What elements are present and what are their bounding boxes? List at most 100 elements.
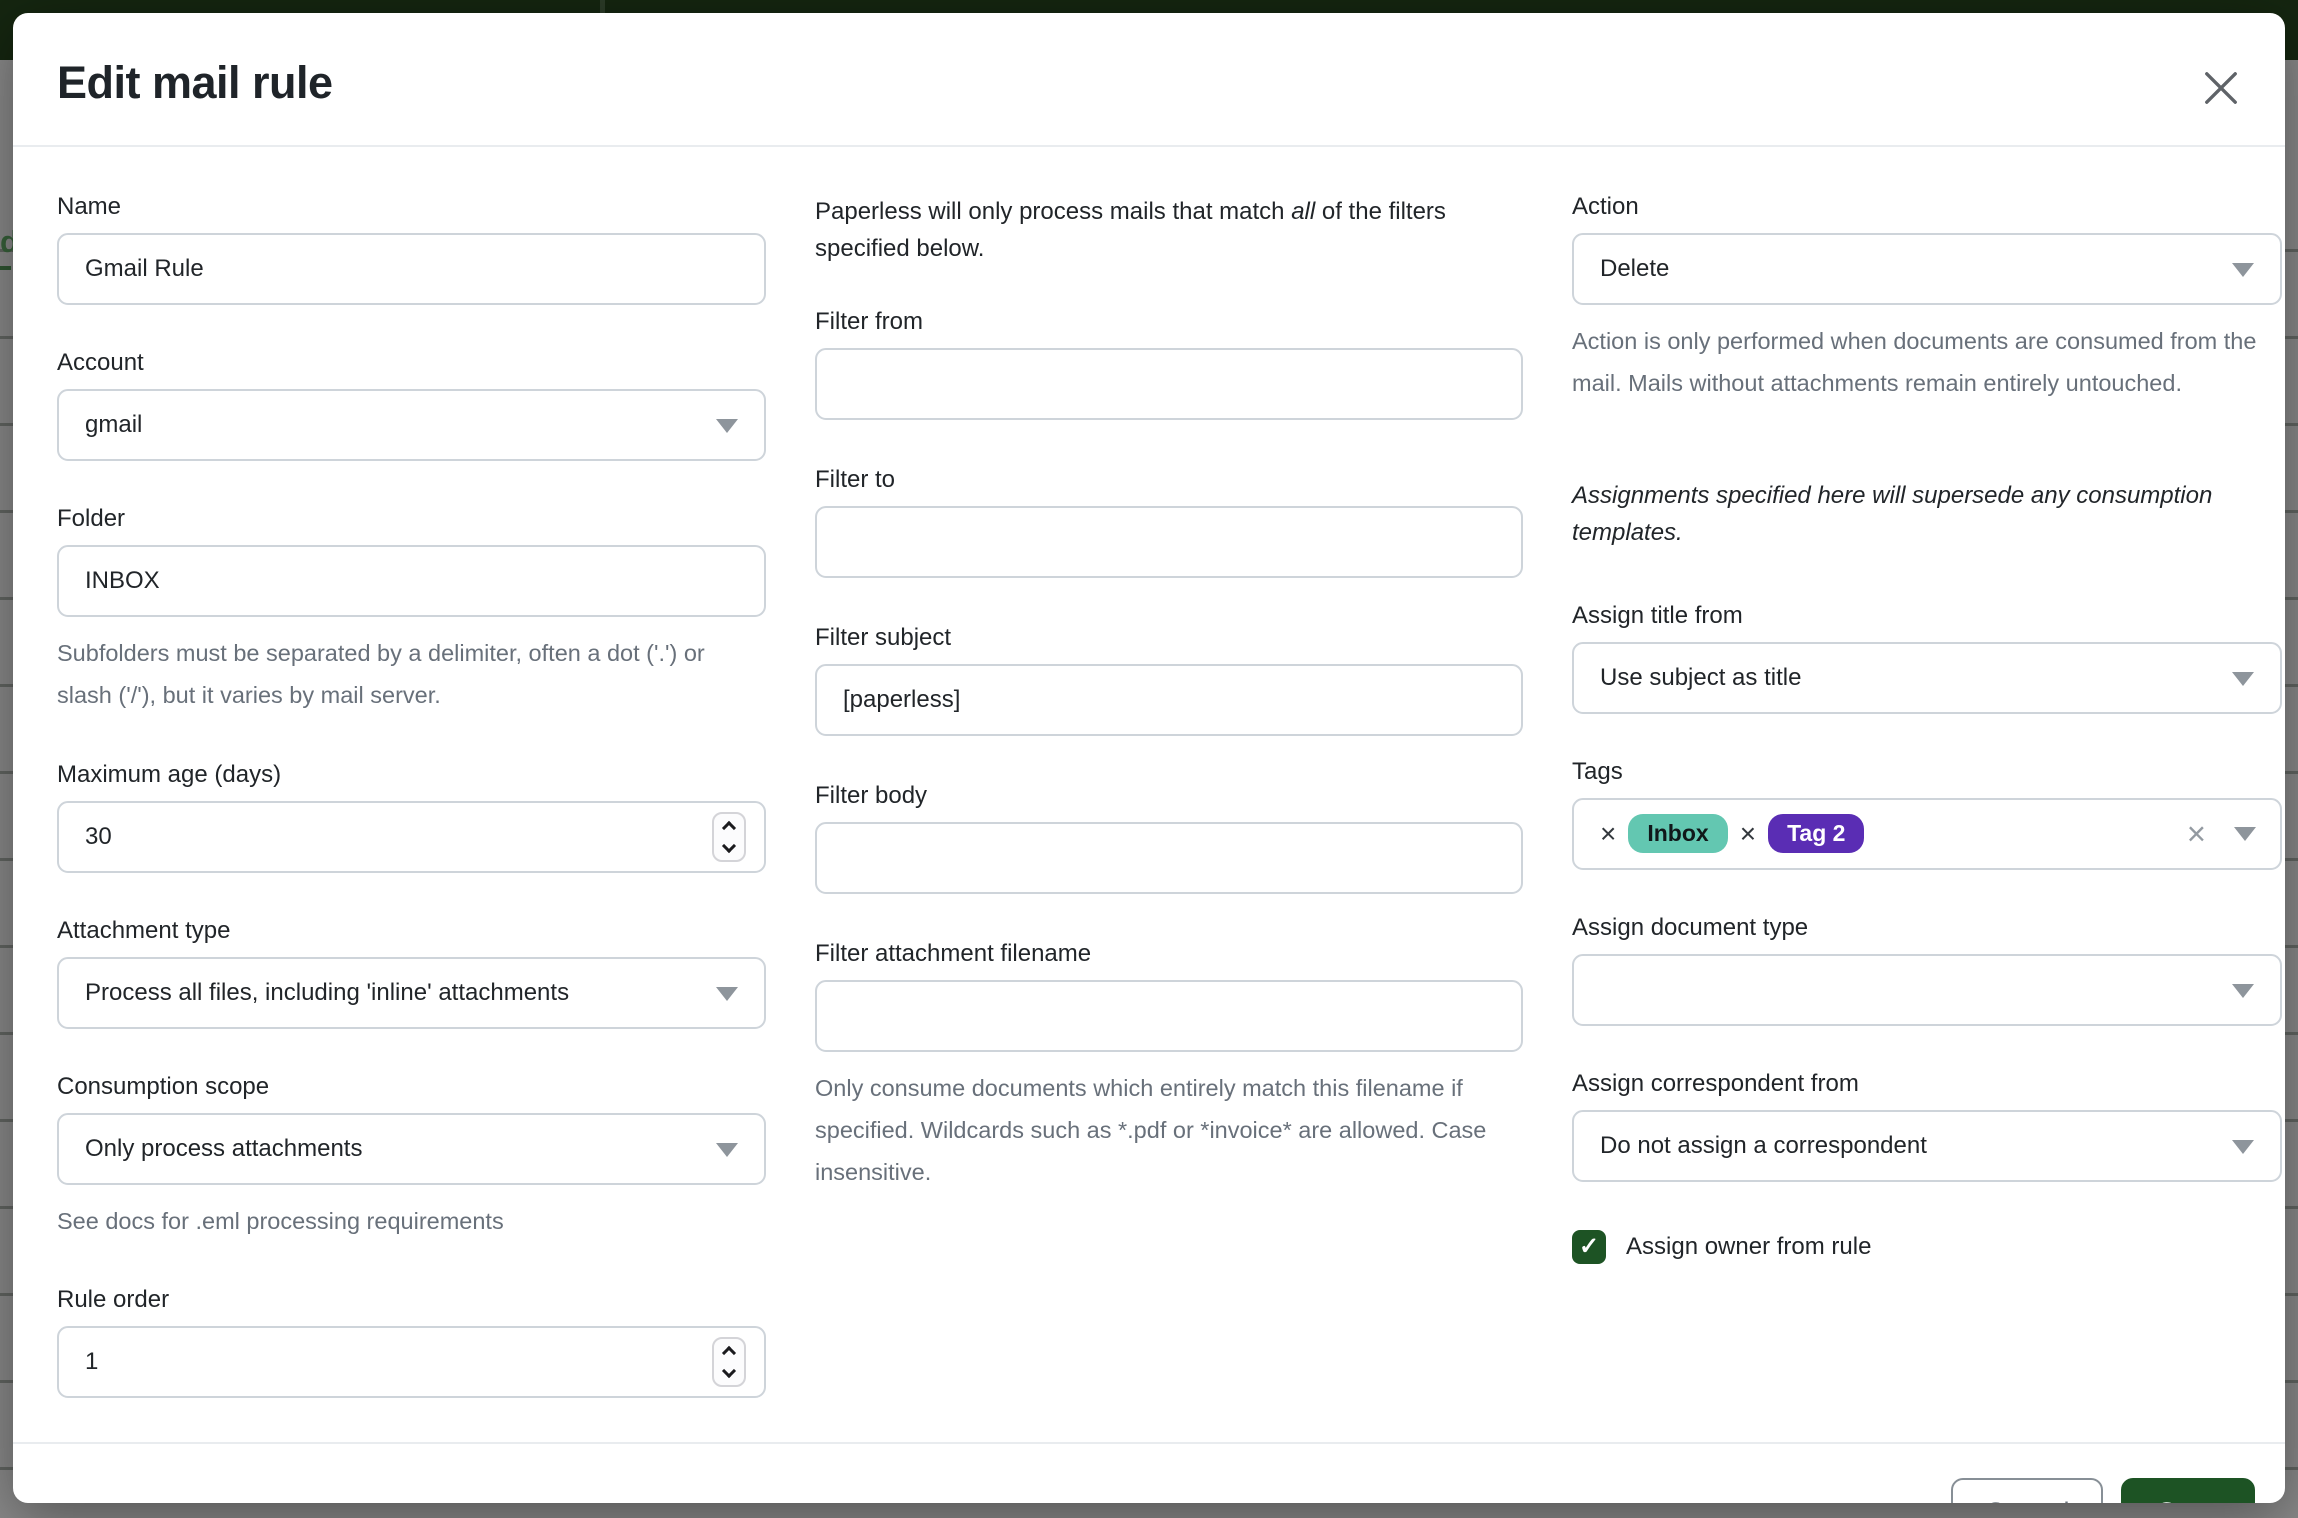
action-select[interactable]: Delete	[1572, 233, 2282, 305]
background-link-underline	[0, 266, 11, 270]
clear-tags-icon[interactable]: ×	[2187, 815, 2206, 853]
folder-label: Folder	[57, 505, 766, 533]
consumption-scope-selected-value: Only process attachments	[85, 1135, 362, 1163]
background-table-right	[2285, 165, 2298, 1518]
close-button[interactable]	[2197, 65, 2245, 113]
chevron-down-icon	[722, 839, 736, 853]
chevron-down-icon	[716, 419, 738, 433]
assignments-note: Assignments specified here will supersed…	[1572, 477, 2282, 552]
consumption-scope-help-text: See docs for .eml processing requirement…	[57, 1201, 766, 1243]
tags-field-group: Tags × Inbox × Tag 2 ×	[1572, 758, 2282, 870]
filter-attachment-filename-label: Filter attachment filename	[815, 940, 1523, 968]
account-selected-value: gmail	[85, 411, 142, 439]
chevron-down-icon	[716, 1143, 738, 1157]
dialog-footer: Cancel Save	[13, 1442, 2285, 1503]
remove-tag-icon[interactable]: ×	[1740, 818, 1756, 850]
background-table-left	[0, 165, 13, 1518]
spinner-buttons-icon[interactable]	[712, 1337, 746, 1387]
account-select[interactable]: gmail	[57, 389, 766, 461]
consumption-scope-label: Consumption scope	[57, 1073, 766, 1101]
column-actions: Action Delete Action is only performed w…	[1572, 193, 2282, 1442]
folder-help-text: Subfolders must be separated by a delimi…	[57, 633, 766, 717]
cancel-button[interactable]: Cancel	[1951, 1478, 2103, 1503]
assign-title-from-field-group: Assign title from Use subject as title	[1572, 602, 2282, 714]
filter-to-label: Filter to	[815, 466, 1523, 494]
filter-from-label: Filter from	[815, 308, 1523, 336]
maximum-age-stepper[interactable]: 30	[57, 801, 766, 873]
filter-attachment-filename-field-group: Filter attachment filename Only consume …	[815, 940, 1523, 1193]
assign-correspondent-from-label: Assign correspondent from	[1572, 1070, 2282, 1098]
name-input[interactable]	[57, 233, 766, 305]
tags-input[interactable]: × Inbox × Tag 2 ×	[1572, 798, 2282, 870]
chevron-down-icon	[722, 1364, 736, 1378]
filter-to-field-group: Filter to	[815, 466, 1523, 578]
assign-owner-checkbox-row[interactable]: ✓ Assign owner from rule	[1572, 1230, 2282, 1264]
chevron-down-icon	[2232, 1140, 2254, 1154]
column-filters: Paperless will only process mails that m…	[815, 193, 1523, 1442]
name-field-group: Name	[57, 193, 766, 305]
consumption-scope-select[interactable]: Only process attachments	[57, 1113, 766, 1185]
assign-correspondent-from-select[interactable]: Do not assign a correspondent	[1572, 1110, 2282, 1182]
chevron-down-icon	[2232, 263, 2254, 277]
check-icon: ✓	[1579, 1232, 1599, 1261]
chevron-down-icon	[716, 987, 738, 1001]
assign-correspondent-from-selected-value: Do not assign a correspondent	[1600, 1132, 1927, 1160]
folder-input[interactable]	[57, 545, 766, 617]
filter-from-field-group: Filter from	[815, 308, 1523, 420]
filter-body-label: Filter body	[815, 782, 1523, 810]
chevron-up-icon	[722, 821, 736, 835]
filter-body-input[interactable]	[815, 822, 1523, 894]
attachment-type-selected-value: Process all files, including 'inline' at…	[85, 979, 569, 1007]
tag-chip-inbox[interactable]: Inbox	[1628, 814, 1727, 853]
filter-attachment-filename-input[interactable]	[815, 980, 1523, 1052]
dialog-body: Name Account gmail Folder Subfolders mus…	[13, 147, 2285, 1442]
filters-intro-text: Paperless will only process mails that m…	[815, 193, 1523, 268]
dialog-header: Edit mail rule	[13, 13, 2285, 147]
filter-subject-input[interactable]	[815, 664, 1523, 736]
filter-attachment-filename-help-text: Only consume documents which entirely ma…	[815, 1068, 1523, 1193]
attachment-type-field-group: Attachment type Process all files, inclu…	[57, 917, 766, 1029]
spinner-buttons-icon[interactable]	[712, 812, 746, 862]
rule-order-stepper[interactable]: 1	[57, 1326, 766, 1398]
chevron-down-icon[interactable]	[2234, 827, 2256, 841]
column-general: Name Account gmail Folder Subfolders mus…	[57, 193, 766, 1442]
chevron-up-icon	[722, 1346, 736, 1360]
attachment-type-label: Attachment type	[57, 917, 766, 945]
remove-tag-icon[interactable]: ×	[1600, 818, 1616, 850]
action-label: Action	[1572, 193, 2282, 221]
dialog-title: Edit mail rule	[57, 57, 2241, 109]
action-field-group: Action Delete Action is only performed w…	[1572, 193, 2282, 405]
filter-from-input[interactable]	[815, 348, 1523, 420]
maximum-age-field-group: Maximum age (days) 30	[57, 761, 766, 873]
intro-text-emphasis: all	[1291, 198, 1315, 225]
chevron-down-icon	[2232, 672, 2254, 686]
maximum-age-label: Maximum age (days)	[57, 761, 766, 789]
assign-owner-checkbox[interactable]: ✓	[1572, 1230, 1606, 1264]
assign-title-from-label: Assign title from	[1572, 602, 2282, 630]
assign-document-type-label: Assign document type	[1572, 914, 2282, 942]
chevron-down-icon	[2232, 984, 2254, 998]
assign-title-from-select[interactable]: Use subject as title	[1572, 642, 2282, 714]
rule-order-label: Rule order	[57, 1286, 766, 1314]
filter-subject-label: Filter subject	[815, 624, 1523, 652]
action-help-text: Action is only performed when documents …	[1572, 321, 2282, 405]
close-icon	[2199, 66, 2243, 110]
tag-chip-tag2[interactable]: Tag 2	[1768, 814, 1864, 853]
intro-text-before: Paperless will only process mails that m…	[815, 198, 1291, 225]
filter-to-input[interactable]	[815, 506, 1523, 578]
assign-title-from-selected-value: Use subject as title	[1600, 664, 1801, 692]
account-field-group: Account gmail	[57, 349, 766, 461]
attachment-type-select[interactable]: Process all files, including 'inline' at…	[57, 957, 766, 1029]
save-button[interactable]: Save	[2121, 1478, 2255, 1503]
folder-field-group: Folder Subfolders must be separated by a…	[57, 505, 766, 717]
edit-mail-rule-dialog: Edit mail rule Name Account gmail	[13, 13, 2285, 1503]
consumption-scope-field-group: Consumption scope Only process attachmen…	[57, 1073, 766, 1243]
rule-order-value: 1	[85, 1348, 98, 1376]
maximum-age-value: 30	[85, 823, 112, 851]
assign-document-type-select[interactable]	[1572, 954, 2282, 1026]
tags-label: Tags	[1572, 758, 2282, 786]
tags-input-controls: ×	[2187, 800, 2256, 868]
action-selected-value: Delete	[1600, 255, 1669, 283]
assign-owner-label: Assign owner from rule	[1626, 1233, 1871, 1261]
filter-subject-field-group: Filter subject	[815, 624, 1523, 736]
